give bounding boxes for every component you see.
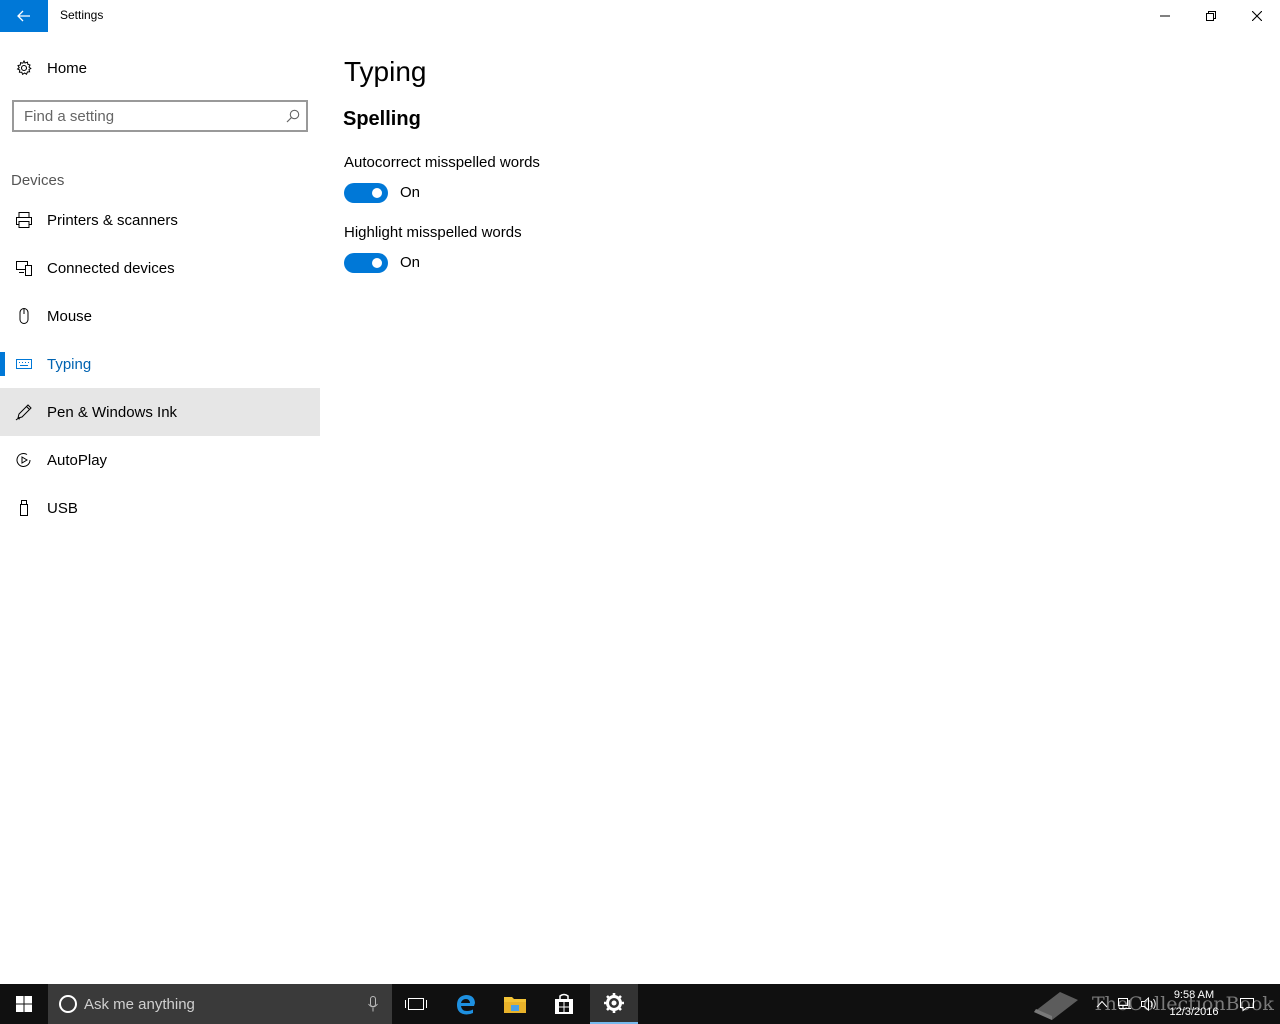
file-explorer-icon [504, 997, 526, 1013]
toggle-knob [372, 258, 382, 268]
task-view-button[interactable] [392, 984, 440, 1024]
highlight-toggle[interactable] [344, 253, 388, 273]
settings-taskbar-button[interactable] [590, 984, 638, 1024]
taskbar: TheCollectionBook 9:58 AM 12/3/2016 [0, 984, 1280, 1024]
windows-logo-icon [16, 996, 32, 1012]
restore-button[interactable] [1188, 0, 1234, 32]
sidebar-item-label: Printers & scanners [47, 212, 178, 229]
clock-date: 12/3/2016 [1169, 1006, 1219, 1018]
sidebar-item-typing[interactable]: Typing [0, 340, 320, 388]
pen-icon [15, 403, 33, 421]
sidebar-item-label: Connected devices [47, 260, 175, 277]
microphone-icon[interactable] [368, 996, 378, 1017]
sidebar-item-home[interactable]: Home [0, 48, 320, 88]
setting-autocorrect: Autocorrect misspelled words On [344, 154, 540, 203]
window-title: Settings [60, 8, 104, 22]
close-button[interactable] [1234, 0, 1280, 32]
sidebar-item-label: AutoPlay [47, 452, 108, 469]
network-tray-button[interactable] [1114, 984, 1136, 1024]
back-button[interactable] [0, 0, 48, 32]
settings-icon [604, 993, 624, 1013]
taskbar-search-input[interactable] [84, 984, 344, 1024]
sidebar-item-pen-windows-ink[interactable]: Pen & Windows Ink [0, 388, 320, 436]
autocorrect-toggle[interactable] [344, 183, 388, 203]
store-icon [555, 993, 573, 1014]
clock-time: 9:58 AM [1173, 989, 1215, 1001]
store-button[interactable] [540, 984, 588, 1024]
setting-label: Highlight misspelled words [344, 224, 522, 241]
autoplay-icon [15, 451, 33, 469]
toggle-state-label: On [400, 254, 421, 271]
connected-devices-icon [15, 259, 33, 277]
minimize-button[interactable] [1142, 0, 1188, 32]
sidebar-nav: Printers & scanners Connected devices Mo… [0, 196, 320, 532]
cortana-search-box[interactable] [48, 984, 392, 1024]
sidebar-item-usb[interactable]: USB [0, 484, 320, 532]
home-label: Home [47, 60, 88, 77]
file-explorer-button[interactable] [491, 984, 539, 1024]
search-input[interactable] [14, 102, 274, 130]
sidebar-item-label: Mouse [47, 308, 93, 325]
section-heading-devices: Devices [11, 172, 65, 189]
minimize-icon [1160, 15, 1170, 17]
sidebar-item-autoplay[interactable]: AutoPlay [0, 436, 320, 484]
keyboard-icon [15, 355, 33, 373]
search-icon[interactable] [286, 109, 300, 128]
sidebar-item-connected-devices[interactable]: Connected devices [0, 244, 320, 292]
volume-icon [1141, 996, 1156, 1012]
cortana-icon [58, 994, 78, 1019]
toggle-row: On [344, 253, 522, 273]
sidebar-item-label: Typing [47, 356, 92, 373]
setting-label: Autocorrect misspelled words [344, 154, 540, 171]
toggle-knob [372, 188, 382, 198]
volume-tray-button[interactable] [1138, 984, 1160, 1024]
title-bar: Settings [0, 0, 1280, 32]
main-content: Typing Spelling Autocorrect misspelled w… [320, 32, 1280, 984]
section-title-spelling: Spelling [343, 108, 421, 130]
notification-icon [1240, 998, 1254, 1012]
show-hidden-icons-button[interactable] [1092, 984, 1112, 1024]
page-title: Typing [344, 56, 427, 87]
chevron-up-icon [1096, 1000, 1108, 1008]
start-button[interactable] [0, 984, 48, 1024]
task-view-icon [405, 998, 427, 1010]
toggle-state-label: On [400, 184, 421, 201]
usb-icon [15, 499, 33, 517]
sidebar: Home Devices Printers & scanners [0, 32, 320, 984]
restore-icon [1206, 11, 1216, 21]
action-center-button[interactable] [1234, 984, 1260, 1024]
back-arrow-icon [17, 10, 30, 22]
edge-button[interactable] [442, 984, 490, 1024]
edge-icon [457, 995, 475, 1015]
book-logo-icon [1034, 992, 1078, 1020]
sidebar-item-mouse[interactable]: Mouse [0, 292, 320, 340]
sidebar-item-label: USB [47, 500, 78, 517]
settings-search-box[interactable] [12, 100, 308, 132]
setting-highlight: Highlight misspelled words On [344, 224, 522, 273]
mouse-icon [15, 307, 33, 325]
toggle-row: On [344, 183, 540, 203]
printer-icon [15, 211, 33, 229]
taskbar-clock[interactable]: 9:58 AM 12/3/2016 [1160, 987, 1228, 1021]
gear-icon [16, 59, 32, 81]
sidebar-item-printers-scanners[interactable]: Printers & scanners [0, 196, 320, 244]
network-icon [1118, 998, 1131, 1009]
close-icon [1252, 11, 1262, 21]
sidebar-item-label: Pen & Windows Ink [47, 404, 178, 421]
